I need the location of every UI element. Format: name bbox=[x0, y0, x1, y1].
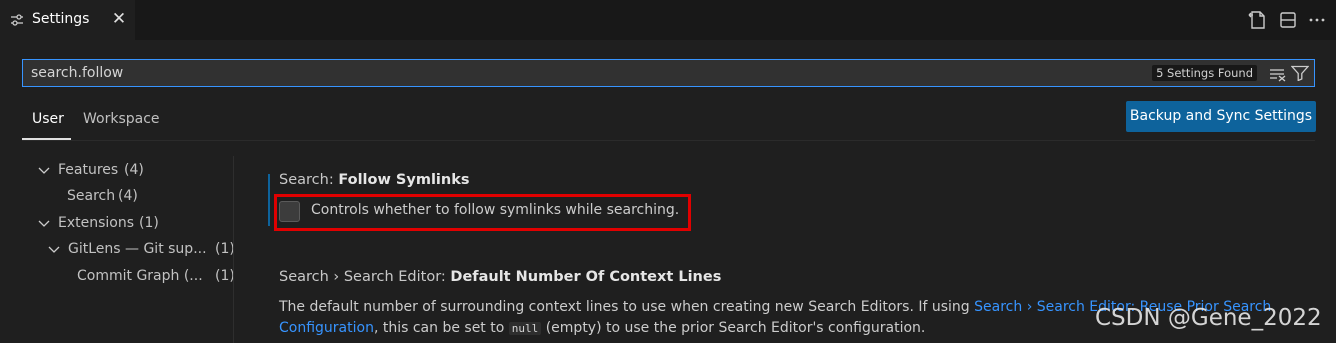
toc-item-gitlens[interactable]: GitLens — Git sup... bbox=[68, 241, 207, 257]
result-count-badge: 5 Settings Found bbox=[1152, 65, 1257, 81]
focused-setting-indicator bbox=[268, 174, 270, 226]
toc-item-search[interactable]: Search bbox=[67, 188, 115, 204]
description-text: (empty) to use the prior Search Editor's… bbox=[541, 320, 926, 336]
toc-count: (4) bbox=[118, 188, 138, 204]
open-settings-json-icon[interactable] bbox=[1246, 9, 1268, 31]
red-highlight-annotation bbox=[274, 194, 691, 231]
split-editor-icon[interactable] bbox=[1277, 9, 1299, 31]
setting-name: Follow Symlinks bbox=[338, 172, 470, 188]
backup-and-sync-button[interactable]: Backup and Sync Settings bbox=[1126, 101, 1316, 132]
setting-name: Default Number Of Context Lines bbox=[450, 269, 722, 285]
tab-workspace[interactable]: Workspace bbox=[83, 111, 160, 127]
toc-count: (1) bbox=[215, 268, 235, 284]
chevron-down-icon[interactable] bbox=[38, 220, 50, 228]
tab-user[interactable]: User bbox=[32, 111, 64, 127]
clear-filter-icon[interactable] bbox=[1269, 66, 1287, 82]
settings-tab[interactable]: Settings ✕ bbox=[0, 0, 135, 40]
tabs-divider bbox=[22, 140, 1315, 141]
description-text: The default number of surrounding contex… bbox=[279, 299, 975, 315]
watermark: CSDN @Gene_2022 bbox=[1095, 305, 1322, 331]
toc-divider bbox=[233, 156, 234, 343]
setting-category: Search › Search Editor: bbox=[279, 269, 451, 285]
settings-sliders-icon bbox=[11, 14, 23, 26]
settings-search-input[interactable]: search.follow 5 Settings Found bbox=[22, 59, 1315, 87]
toc-count: (1) bbox=[215, 241, 235, 257]
toc-count: (4) bbox=[124, 162, 144, 178]
toc-item-commit-graph[interactable]: Commit Graph (... bbox=[77, 268, 203, 284]
chevron-down-icon[interactable] bbox=[48, 246, 60, 254]
close-icon[interactable]: ✕ bbox=[110, 9, 128, 29]
inline-code: null bbox=[508, 322, 542, 335]
toc-item-extensions[interactable]: Extensions bbox=[58, 215, 134, 231]
setting-description-line-2: Configuration, this can be set to null (… bbox=[279, 320, 925, 336]
more-actions-icon[interactable] bbox=[1306, 9, 1328, 31]
editor-tab-bar: Settings ✕ bbox=[0, 0, 1336, 40]
configuration-link[interactable]: Configuration bbox=[279, 320, 374, 336]
toc-item-features[interactable]: Features bbox=[58, 162, 118, 178]
setting-title-context-lines: Search › Search Editor: Default Number O… bbox=[279, 269, 721, 285]
tab-title: Settings bbox=[32, 11, 90, 27]
setting-title-follow-symlinks: Search: Follow Symlinks bbox=[279, 172, 469, 188]
toc-count: (1) bbox=[139, 215, 159, 231]
filter-icon[interactable] bbox=[1291, 65, 1309, 81]
search-query[interactable]: search.follow bbox=[31, 65, 123, 81]
description-text: , this can be set to bbox=[373, 320, 509, 336]
chevron-down-icon[interactable] bbox=[38, 167, 50, 175]
setting-category: Search: bbox=[279, 172, 339, 188]
